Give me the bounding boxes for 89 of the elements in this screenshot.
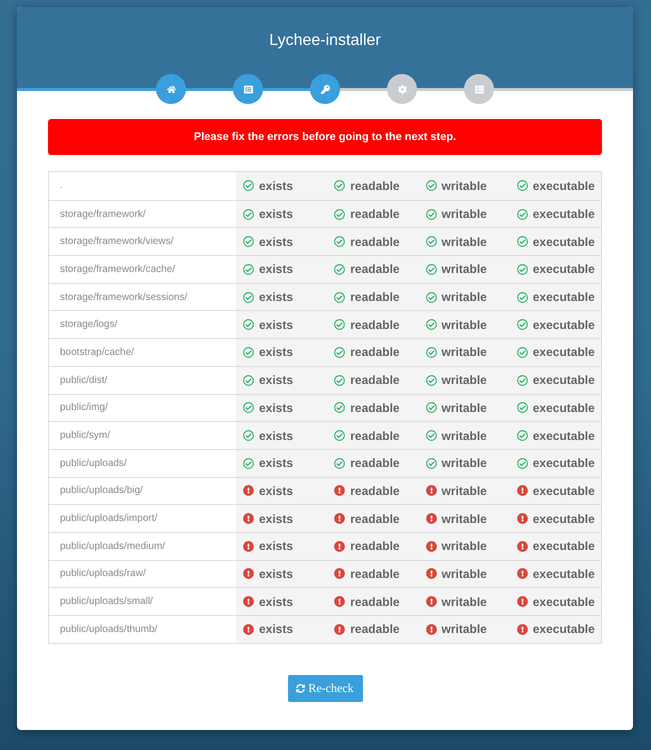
status-label: readable <box>350 482 400 500</box>
path-text: public/uploads/ <box>60 456 127 471</box>
status-label: executable <box>532 566 595 583</box>
status-label: writable <box>442 261 487 278</box>
status-label: executable <box>532 400 595 417</box>
status-label: readable <box>350 621 400 638</box>
path-text: public/uploads/import/ <box>60 512 158 526</box>
status-label: exists <box>259 428 294 445</box>
status-label: exists <box>259 261 294 278</box>
status-label: readable <box>350 510 400 528</box>
status-label: exists <box>259 510 294 528</box>
status-label: exists <box>259 289 294 306</box>
status-label: writable <box>442 594 487 611</box>
status-label: executable <box>532 538 595 556</box>
status-label: exists <box>259 316 294 334</box>
status-label: exists <box>259 566 294 583</box>
status-label: readable <box>350 400 400 417</box>
status-label: exists <box>259 206 294 224</box>
status-label: readable <box>350 261 400 278</box>
status-label: exists <box>259 234 294 251</box>
status-label: exists <box>259 455 294 472</box>
status-label: readable <box>350 206 400 224</box>
status-label: exists <box>259 344 294 362</box>
error-banner: Please fix the errors before going to the next step. <box>48 119 602 155</box>
status-label: readable <box>350 455 400 472</box>
path-text: public/sym/ <box>60 429 110 444</box>
status-label: executable <box>532 316 595 334</box>
status-label: readable <box>350 234 400 251</box>
status-label: executable <box>532 372 595 390</box>
window-title: Lychee-installer <box>269 31 381 51</box>
status-label: writable <box>442 482 487 500</box>
status-label: executable <box>532 428 595 445</box>
path-text: public/uploads/small/ <box>60 595 153 610</box>
status-label: readable <box>350 538 400 556</box>
status-label: executable <box>532 206 595 224</box>
status-label: writable <box>442 316 487 334</box>
status-label: writable <box>442 400 487 417</box>
status-label: executable <box>532 594 595 611</box>
status-label: readable <box>350 566 400 583</box>
status-label: writable <box>442 428 487 445</box>
status-label: writable <box>442 206 487 224</box>
path-text: public/uploads/big/ <box>60 484 143 498</box>
path-text: public/uploads/thumb/ <box>60 622 158 637</box>
path-text: . <box>60 179 63 194</box>
status-label: writable <box>442 510 487 528</box>
status-label: readable <box>350 594 400 611</box>
status-label: executable <box>532 289 595 306</box>
status-label: readable <box>350 428 400 445</box>
path-text: storage/framework/cache/ <box>60 262 176 277</box>
status-label: writable <box>442 344 487 362</box>
status-label: executable <box>532 261 595 278</box>
status-label: readable <box>350 178 400 195</box>
status-label: exists <box>259 178 294 195</box>
status-label: readable <box>350 372 400 390</box>
status-label: exists <box>259 621 294 638</box>
path-text: public/dist/ <box>60 374 108 388</box>
status-label: writable <box>442 538 487 556</box>
status-label: executable <box>532 482 595 500</box>
status-label: writable <box>442 455 487 472</box>
status-label: readable <box>350 316 400 334</box>
status-label: executable <box>532 178 595 195</box>
path-text: storage/framework/sessions/ <box>60 290 188 305</box>
status-label: executable <box>532 455 595 472</box>
status-label: exists <box>259 538 294 556</box>
path-text: public/img/ <box>60 401 108 416</box>
status-label: exists <box>259 400 294 417</box>
refresh-icon <box>296 684 306 693</box>
status-label: readable <box>350 344 400 362</box>
status-label: executable <box>532 344 595 362</box>
path-text: public/uploads/medium/ <box>60 540 166 554</box>
status-label: writable <box>442 234 487 251</box>
recheck-button[interactable]: Re-check <box>288 674 362 702</box>
status-label: executable <box>532 621 595 638</box>
status-label: executable <box>532 234 595 251</box>
status-label: executable <box>532 510 595 528</box>
status-label: readable <box>350 289 400 306</box>
path-text: storage/framework/views/ <box>60 235 174 250</box>
path-text: bootstrap/cache/ <box>60 346 134 360</box>
status-label: exists <box>259 372 294 390</box>
status-label: writable <box>442 289 487 306</box>
status-label: exists <box>259 482 294 500</box>
status-label: exists <box>259 594 294 611</box>
path-text: storage/logs/ <box>60 318 118 332</box>
status-label: writable <box>442 621 487 638</box>
path-text: public/uploads/raw/ <box>60 567 146 582</box>
status-label: writable <box>442 566 487 583</box>
path-text: storage/framework/ <box>60 208 146 222</box>
status-label: writable <box>442 372 487 390</box>
status-label: writable <box>442 178 487 195</box>
